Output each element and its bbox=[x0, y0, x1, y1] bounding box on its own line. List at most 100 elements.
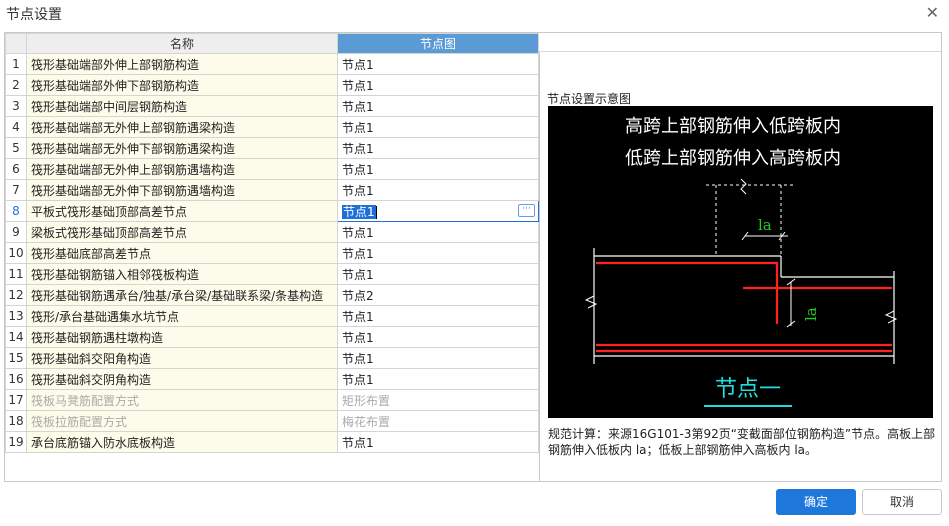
table-header-row: 名称 节点图 bbox=[5, 33, 539, 54]
row-number: 19 bbox=[5, 431, 27, 453]
diagram-line2: 低跨上部钢筋伸入高跨板内 bbox=[625, 148, 841, 169]
ellipsis-button[interactable]: ··· bbox=[518, 204, 535, 217]
dimension-lines bbox=[741, 231, 796, 328]
row-number: 2 bbox=[5, 74, 27, 96]
setting-name-cell: 筏形基础底部高差节点 bbox=[26, 242, 338, 264]
setting-name-cell: 平板式筏形基础顶部高差节点 bbox=[26, 200, 338, 222]
table-row[interactable]: 2 筏形基础端部外伸下部钢筋构造 节点1 bbox=[5, 74, 539, 96]
node-value-cell[interactable]: 节点1 bbox=[337, 305, 539, 327]
column-header-name[interactable]: 名称 bbox=[26, 33, 338, 54]
node-value-cell[interactable]: 节点1 bbox=[337, 137, 539, 159]
confirm-button[interactable]: 确定 bbox=[776, 489, 856, 515]
break-mark-top bbox=[740, 178, 747, 195]
row-number: 12 bbox=[5, 284, 27, 306]
row-number: 8 bbox=[5, 200, 27, 222]
node-value-cell[interactable]: 矩形布置 bbox=[337, 389, 539, 411]
setting-name-cell: 承台底筋锚入防水底板构造 bbox=[26, 431, 338, 453]
setting-name-cell: 筏形基础斜交阳角构造 bbox=[26, 347, 338, 369]
table-row[interactable]: 17 筏板马凳筋配置方式 矩形布置 bbox=[5, 389, 539, 411]
preview-title: 节点设置示意图 bbox=[547, 92, 632, 106]
table-row[interactable]: 5 筏形基础端部无外伸下部钢筋遇梁构造 节点1 bbox=[5, 137, 539, 159]
row-number-header bbox=[5, 33, 27, 54]
node-settings-grid: 名称 节点图 1 筏形基础端部外伸上部钢筋构造 节点1 2 筏形基础端部外伸下部钢筋构造… bbox=[4, 32, 540, 482]
table-row[interactable]: 6 筏形基础端部无外伸上部钢筋遇墙构造 节点1 bbox=[5, 158, 539, 180]
setting-name-cell: 筏形基础钢筋锚入相邻筏板构造 bbox=[26, 263, 338, 285]
table-row[interactable]: 14 筏形基础钢筋遇柱墩构造 节点1 bbox=[5, 326, 539, 348]
row-number: 11 bbox=[5, 263, 27, 285]
table-row[interactable]: 12 筏形基础钢筋遇承台/独基/承台梁/基础联系梁/条基构造 节点2 bbox=[5, 284, 539, 306]
node-value-cell[interactable]: 节点1 bbox=[337, 242, 539, 264]
row-number: 5 bbox=[5, 137, 27, 159]
row-number: 6 bbox=[5, 158, 27, 180]
table-row[interactable]: 16 筏形基础斜交阴角构造 节点1 bbox=[5, 368, 539, 390]
slab-outline bbox=[593, 248, 895, 364]
row-number: 4 bbox=[5, 116, 27, 138]
table-row[interactable]: 4 筏形基础端部无外伸上部钢筋遇梁构造 节点1 bbox=[5, 116, 539, 138]
setting-name-cell: 筏形/承台基础遇集水坑节点 bbox=[26, 305, 338, 327]
table-row[interactable]: 18 筏板拉筋配置方式 梅花布置 bbox=[5, 410, 539, 432]
setting-name-cell: 筏形基础端部无外伸上部钢筋遇梁构造 bbox=[26, 116, 338, 138]
row-number: 7 bbox=[5, 179, 27, 201]
node-value-cell[interactable]: 节点1 bbox=[337, 95, 539, 117]
table-body: 1 筏形基础端部外伸上部钢筋构造 节点1 2 筏形基础端部外伸下部钢筋构造 节点1 3 筏形基… bbox=[5, 53, 539, 453]
table-row[interactable]: 15 筏形基础斜交阳角构造 节点1 bbox=[5, 347, 539, 369]
node-value-cell[interactable]: 节点1 bbox=[337, 326, 539, 348]
row-number: 1 bbox=[5, 53, 27, 75]
rebar-lines bbox=[596, 261, 892, 353]
text-cursor bbox=[375, 205, 377, 219]
table-row[interactable]: 7 筏形基础端部无外伸下部钢筋遇墙构造 节点1 bbox=[5, 179, 539, 201]
node-value-cell[interactable]: 节点1 bbox=[337, 221, 539, 243]
row-number: 14 bbox=[5, 326, 27, 348]
row-number: 16 bbox=[5, 368, 27, 390]
setting-name-cell: 筏板拉筋配置方式 bbox=[26, 410, 338, 432]
node-label: 节点一 bbox=[715, 377, 781, 402]
node-value-cell[interactable]: 节点1 bbox=[337, 158, 539, 180]
setting-name-cell: 筏形基础端部外伸上部钢筋构造 bbox=[26, 53, 338, 75]
setting-name-cell: 筏形基础端部无外伸下部钢筋遇梁构造 bbox=[26, 137, 338, 159]
node-value-cell[interactable]: 梅花布置 bbox=[337, 410, 539, 432]
node-preview-image: 高跨上部钢筋伸入低跨板内 低跨上部钢筋伸入高跨板内 la la 节点一 bbox=[548, 106, 933, 418]
node-value-cell[interactable]: 节点1 bbox=[337, 53, 539, 75]
table-row[interactable]: 3 筏形基础端部中间层钢筋构造 节点1 bbox=[5, 95, 539, 117]
table-row[interactable]: 9 梁板式筏形基础顶部高差节点 节点1 bbox=[5, 221, 539, 243]
row-number: 9 bbox=[5, 221, 27, 243]
node-value-cell[interactable]: 节点2 bbox=[337, 284, 539, 306]
diagram-line1: 高跨上部钢筋伸入低跨板内 bbox=[625, 116, 841, 137]
preview-header-strip bbox=[539, 33, 941, 52]
cancel-button[interactable]: 取消 bbox=[862, 489, 942, 515]
setting-name-cell: 筏形基础端部无外伸上部钢筋遇墙构造 bbox=[26, 158, 338, 180]
settings-table: 名称 节点图 1 筏形基础端部外伸上部钢筋构造 节点1 2 筏形基础端部外伸下部钢筋构造… bbox=[5, 33, 539, 453]
node-value-cell[interactable]: 节点1 bbox=[337, 347, 539, 369]
node-value-cell[interactable]: 节点1 bbox=[337, 431, 539, 453]
node-value-cell[interactable]: 节点1 bbox=[337, 74, 539, 96]
setting-name-cell: 筏形基础斜交阴角构造 bbox=[26, 368, 338, 390]
node-value-cell[interactable]: 节点1 bbox=[337, 116, 539, 138]
row-number: 18 bbox=[5, 410, 27, 432]
node-value-cell[interactable]: 节点1 bbox=[337, 263, 539, 285]
row-number: 3 bbox=[5, 95, 27, 117]
table-row[interactable]: 10 筏形基础底部高差节点 节点1 bbox=[5, 242, 539, 264]
setting-name-cell: 梁板式筏形基础顶部高差节点 bbox=[26, 221, 338, 243]
close-icon[interactable]: ✕ bbox=[926, 3, 939, 22]
window-title: 节点设置 bbox=[6, 7, 62, 23]
column-header-node[interactable]: 节点图 bbox=[337, 33, 539, 54]
table-row[interactable]: 8 平板式筏形基础顶部高差节点 节点1 ··· bbox=[5, 200, 539, 222]
setting-name-cell: 筏形基础钢筋遇承台/独基/承台梁/基础联系梁/条基构造 bbox=[26, 284, 338, 306]
table-row[interactable]: 11 筏形基础钢筋锚入相邻筏板构造 节点1 bbox=[5, 263, 539, 285]
setting-name-cell: 筏形基础端部外伸下部钢筋构造 bbox=[26, 74, 338, 96]
setting-name-cell: 筏形基础端部无外伸下部钢筋遇墙构造 bbox=[26, 179, 338, 201]
node-diagram: 高跨上部钢筋伸入低跨板内 低跨上部钢筋伸入高跨板内 la la 节点一 bbox=[584, 116, 898, 407]
setting-name-cell: 筏形基础端部中间层钢筋构造 bbox=[26, 95, 338, 117]
row-number: 13 bbox=[5, 305, 27, 327]
table-row[interactable]: 13 筏形/承台基础遇集水坑节点 节点1 bbox=[5, 305, 539, 327]
node-value-cell[interactable]: 节点1 bbox=[337, 368, 539, 390]
setting-name-cell: 筏板马凳筋配置方式 bbox=[26, 389, 338, 411]
node-value-cell[interactable]: 节点1 ··· bbox=[337, 200, 539, 222]
dimension-label-horizontal: la bbox=[758, 216, 772, 234]
row-number: 10 bbox=[5, 242, 27, 264]
table-row[interactable]: 1 筏形基础端部外伸上部钢筋构造 节点1 bbox=[5, 53, 539, 75]
title-bar: 节点设置 ✕ bbox=[0, 0, 949, 26]
node-value-editor-text[interactable]: 节点1 bbox=[342, 204, 376, 219]
table-row[interactable]: 19 承台底筋锚入防水底板构造 节点1 bbox=[5, 431, 539, 453]
node-value-cell[interactable]: 节点1 bbox=[337, 179, 539, 201]
